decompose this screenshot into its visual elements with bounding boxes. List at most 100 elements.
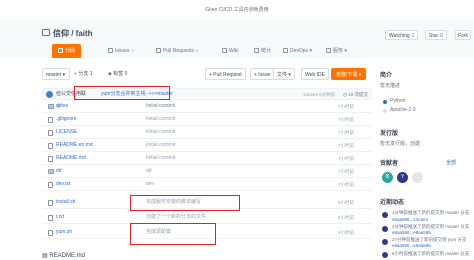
readme-title-text: README.md bbox=[49, 253, 86, 259]
branch-label: master bbox=[46, 72, 62, 78]
file-icon bbox=[48, 182, 53, 188]
tab-pr-label: Pull Requests bbox=[163, 48, 194, 54]
table-row[interactable]: LICENSE Initial commit 7小时前 bbox=[42, 126, 372, 139]
release-heading: 发行版 bbox=[380, 131, 399, 137]
file-commit-msg[interactable]: Initial commit bbox=[146, 139, 175, 152]
activity-commit-range[interactable]: e8aa596...13c6e4 bbox=[392, 217, 428, 222]
file-name[interactable]: .gitignore bbox=[56, 113, 77, 126]
file-name[interactable]: dd bbox=[56, 165, 62, 178]
fork-button[interactable]: Fork bbox=[455, 30, 471, 40]
branch-icon: ⑂ bbox=[74, 71, 78, 77]
promo-text[interactable]: Gitee CI/CD 工具内测免费用 bbox=[205, 7, 268, 13]
table-row[interactable]: .gitee Initial commit 7小时前 bbox=[42, 100, 372, 113]
tag-icon: ◈ bbox=[108, 71, 112, 77]
issue-button[interactable]: + Issue bbox=[250, 68, 275, 80]
tags-link[interactable]: ◈ 标签 0 bbox=[108, 68, 127, 80]
file-commit-msg[interactable]: Initial commit bbox=[146, 152, 175, 165]
contributor-avatar[interactable]: 冬 bbox=[382, 172, 393, 183]
contributor-avatar[interactable]: Y bbox=[397, 172, 408, 183]
file-commit-msg[interactable]: Initial commit bbox=[146, 100, 175, 113]
release-text[interactable]: 暂无发行版，创建 bbox=[380, 140, 420, 147]
file-name[interactable]: t.txt bbox=[56, 211, 64, 224]
tab-wiki[interactable]: Wiki bbox=[222, 44, 238, 58]
tab-stats-label: 统计 bbox=[261, 48, 272, 54]
file-date: 7小时前 bbox=[338, 156, 355, 161]
commit-time: 6分钟前 bbox=[319, 92, 336, 97]
file-date: 7小时前 bbox=[338, 104, 355, 109]
tab-stats[interactable]: 统计 bbox=[254, 44, 271, 58]
file-icon bbox=[48, 215, 53, 221]
tab-services[interactable]: 服务 ▾ bbox=[326, 44, 347, 58]
file-name[interactable]: README.en.md bbox=[56, 139, 93, 152]
commit-count-link[interactable]: ◷ 10 次提交 bbox=[343, 89, 368, 100]
repo-title[interactable]: 信仰 / faith bbox=[53, 28, 93, 39]
file-commit-msg[interactable]: Initial commit bbox=[146, 113, 175, 126]
star-count: 0 bbox=[440, 33, 443, 39]
watching-button[interactable]: Watching 1 bbox=[385, 30, 419, 40]
file-name[interactable]: yum.sh bbox=[56, 226, 72, 239]
activity-commit-range[interactable]: e8aa596...e8aa596 bbox=[392, 230, 431, 235]
file-name[interactable]: README.md bbox=[56, 152, 86, 165]
clone-label: 克隆/下载 bbox=[336, 72, 358, 78]
code-icon bbox=[58, 48, 63, 53]
watching-count: 1 bbox=[411, 33, 415, 39]
activity-avatar bbox=[382, 226, 388, 232]
activity-text[interactable]: 1分钟前推送了新的提交到 master 分支 bbox=[392, 210, 469, 216]
file-date: 7小时前 bbox=[338, 143, 355, 148]
file-icon bbox=[48, 156, 53, 162]
file-date: 6小时前 bbox=[338, 200, 355, 205]
file-menu-button[interactable]: 文件 ▾ bbox=[273, 68, 295, 80]
table-row[interactable]: .gitignore Initial commit 7小时前 bbox=[42, 113, 372, 126]
license-icon bbox=[383, 109, 387, 113]
promo-banner[interactable]: Gitee CI/CD 工具内测免费用 bbox=[0, 0, 474, 21]
file-name[interactable]: LICENSE bbox=[56, 126, 77, 139]
activity-avatar bbox=[382, 239, 388, 245]
highlight-box-yum bbox=[130, 223, 216, 245]
tab-issues[interactable]: Issues 0 bbox=[108, 44, 134, 58]
tab-pull-requests[interactable]: Pull Requests 0 bbox=[156, 44, 198, 58]
branches-link[interactable]: ⑂ 分支 1 bbox=[74, 68, 93, 80]
highlight-box-commit bbox=[74, 86, 170, 100]
table-row[interactable]: README.en.md Initial commit 7小时前 bbox=[42, 139, 372, 152]
file-name[interactable]: .gitee bbox=[56, 100, 68, 113]
star-button[interactable]: Star 0 bbox=[425, 30, 447, 40]
table-row[interactable]: README.md Initial commit 7小时前 bbox=[42, 152, 372, 165]
file-date: 6小时前 bbox=[338, 215, 355, 220]
file-commit-msg[interactable]: Initial commit bbox=[146, 126, 175, 139]
table-row[interactable]: dd dd 7小时前 bbox=[42, 165, 372, 178]
avatar[interactable] bbox=[46, 91, 53, 98]
file-name[interactable]: install.sh bbox=[56, 196, 75, 209]
tab-issues-count: 0 bbox=[131, 48, 134, 53]
file-icon bbox=[48, 143, 53, 149]
table-row[interactable]: dev.txt dev 7小时前 bbox=[42, 178, 372, 191]
stats-icon bbox=[254, 48, 259, 53]
tab-pr-count: 0 bbox=[195, 48, 199, 53]
commit-hash[interactable]: 13c6e4 6分钟前 bbox=[303, 89, 335, 100]
tab-devops[interactable]: DevOps ▾ bbox=[283, 44, 312, 58]
branch-select[interactable]: master ▾ bbox=[42, 68, 70, 80]
commit-hash-text: 13c6e4 bbox=[303, 92, 318, 97]
file-commit-msg[interactable]: dev bbox=[146, 178, 154, 191]
file-commit-msg[interactable]: dd bbox=[146, 165, 152, 178]
history-icon: ◷ bbox=[343, 92, 347, 97]
repo-tabs: 代码 Issues 0 Pull Requests 0 Wiki 统计 DevOps… bbox=[0, 44, 474, 58]
tab-code[interactable]: 代码 bbox=[52, 44, 82, 58]
file-date: 7小时前 bbox=[338, 169, 355, 174]
pull-request-button[interactable]: + Pull Request bbox=[205, 68, 246, 80]
star-label: Star bbox=[429, 33, 439, 39]
contributor-avatar[interactable] bbox=[412, 172, 423, 183]
language-dot bbox=[383, 100, 387, 104]
license-label[interactable]: Apache-2.0 bbox=[390, 107, 416, 113]
activity-commit-range[interactable]: e8aa596...e8aa596 bbox=[392, 243, 431, 248]
language-label[interactable]: Python bbox=[390, 98, 406, 104]
watching-label: Watching bbox=[389, 33, 410, 39]
activity-text[interactable]: 6小时前推送了新的提交到 master 分支 bbox=[392, 251, 469, 257]
readme-title[interactable]: ▤ README.md bbox=[42, 252, 85, 259]
clone-download-button[interactable]: 克隆/下载 ▾ bbox=[331, 68, 367, 80]
intro-text: 暂无描述 bbox=[380, 83, 401, 89]
web-ide-button[interactable]: Web IDE bbox=[301, 68, 329, 80]
contributors-all-link[interactable]: 全部 bbox=[446, 159, 456, 166]
activity-heading: 近期动态 bbox=[380, 200, 405, 206]
file-name[interactable]: dev.txt bbox=[56, 178, 70, 191]
readme-icon: ▤ bbox=[42, 253, 48, 259]
